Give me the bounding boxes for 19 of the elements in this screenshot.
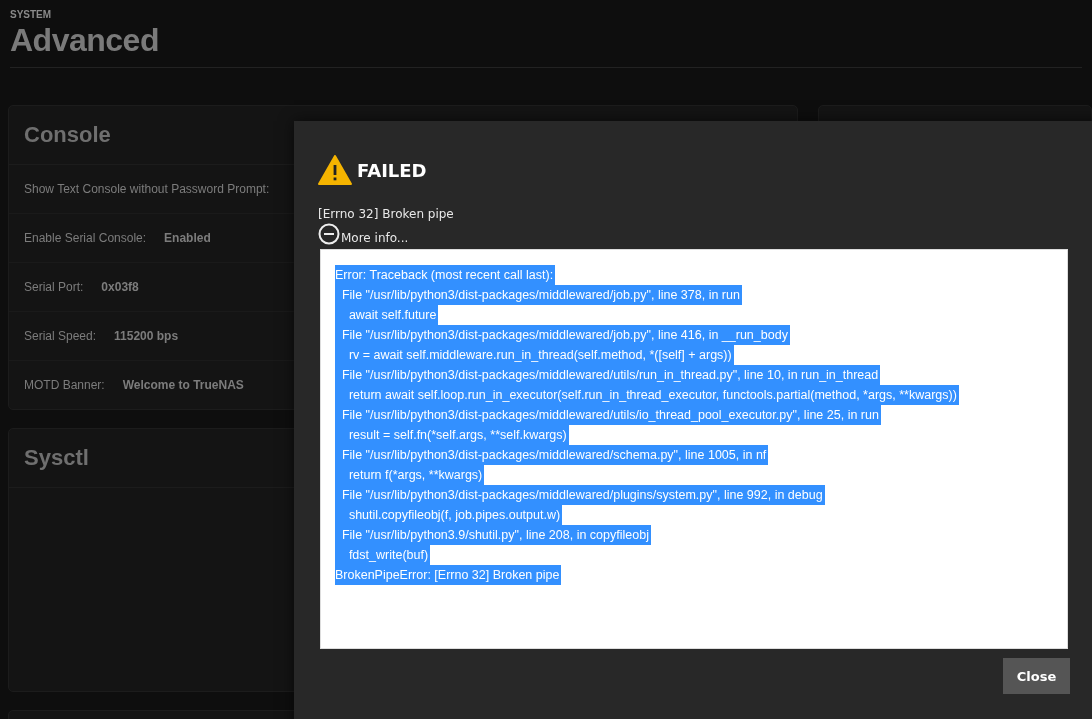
breadcrumb: SYSTEM: [10, 9, 52, 20]
setting-value: Enabled: [164, 231, 211, 245]
page-title: Advanced: [10, 22, 159, 59]
setting-label: MOTD Banner:: [24, 378, 105, 392]
dialog-title: FAILED: [357, 159, 427, 181]
close-button[interactable]: Close: [1003, 658, 1070, 694]
warning-icon: [318, 155, 352, 185]
setting-label: Serial Speed:: [24, 329, 97, 343]
card-title: Sysctl: [24, 445, 89, 470]
collapse-icon: [318, 223, 340, 245]
setting-value: 115200 bps: [114, 329, 179, 343]
setting-value: Welcome to TrueNAS: [122, 378, 244, 392]
setting-label: Show Text Console without Password Prompt:: [24, 182, 270, 196]
setting-label: Enable Serial Console:: [24, 231, 147, 245]
setting-value: 0x03f8: [101, 280, 139, 294]
card-title: Console: [24, 122, 111, 147]
setting-label: Serial Port:: [24, 280, 84, 294]
error-message: [Errno 32] Broken pipe: [318, 207, 454, 221]
more-info-toggle[interactable]: More info...: [318, 223, 409, 245]
